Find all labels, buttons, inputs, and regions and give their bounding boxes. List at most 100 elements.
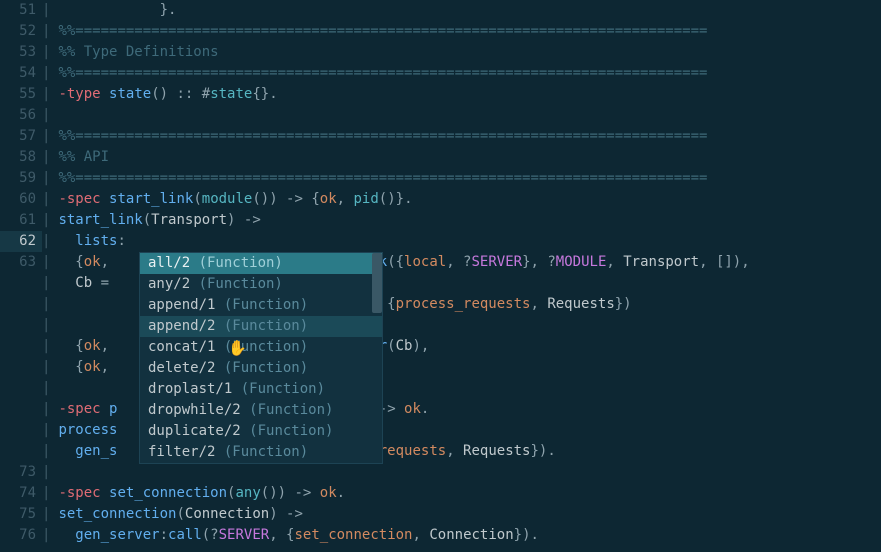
token: ()) -> { [252, 191, 319, 207]
gutter-separator: | [42, 336, 58, 357]
token: , [101, 359, 118, 375]
code-line[interactable]: | {ok, [0, 357, 881, 378]
token: process_requests [396, 296, 531, 312]
gutter-separator: | [42, 105, 58, 126]
token: -spec [58, 485, 100, 501]
code-line[interactable]: | [0, 315, 881, 336]
autocomplete-item[interactable]: concat/1 (Function) [140, 337, 382, 358]
completion-kind: (Function) [224, 358, 308, 379]
code-content[interactable]: -type state() :: #state{}. [58, 84, 881, 105]
gutter-separator: | [42, 504, 58, 525]
token: pid [354, 191, 379, 207]
line-number: 53 [0, 42, 42, 63]
code-line[interactable]: 59|%%===================================… [0, 168, 881, 189]
line-number: 63 [0, 252, 42, 273]
code-line[interactable]: 61|start_link(Transport) -> [0, 210, 881, 231]
code-line[interactable]: 60|-spec start_link(module()) -> {ok, pi… [0, 189, 881, 210]
code-line[interactable]: 54|%%===================================… [0, 63, 881, 84]
code-line[interactable]: 75|set_connection(Connection) -> [0, 504, 881, 525]
token: Requests [547, 296, 614, 312]
code-line[interactable]: | [0, 378, 881, 399]
completion-name: append/1 [148, 295, 224, 316]
code-content[interactable]: start_link(Transport) -> [58, 210, 881, 231]
autocomplete-item[interactable]: all/2 (Function) [140, 253, 382, 274]
autocomplete-item[interactable]: append/2 (Function) [140, 316, 382, 337]
token: , { [269, 527, 294, 543]
code-line[interactable]: 53|%% Type Definitions [0, 42, 881, 63]
code-line[interactable]: | {process_requests, Requests}) [0, 294, 881, 315]
autocomplete-item[interactable]: duplicate/2 (Function) [140, 421, 382, 442]
completion-kind: (Function) [249, 400, 333, 421]
line-number: 60 [0, 189, 42, 210]
token: , [101, 254, 118, 270]
code-line[interactable]: | Cb = [0, 273, 881, 294]
token: }). [514, 527, 539, 543]
token: ok [84, 254, 101, 270]
token: ( [387, 338, 395, 354]
token: (? [202, 527, 219, 543]
code-content[interactable]: %%======================================… [58, 63, 881, 84]
completion-kind: (Function) [224, 442, 308, 463]
token: }) [615, 296, 632, 312]
code-content[interactable]: %%======================================… [58, 168, 881, 189]
code-content[interactable]: set_connection(Connection) -> [58, 504, 881, 525]
line-number: 51 [0, 0, 42, 21]
code-line[interactable]: | {ok, ener(Cb), [0, 336, 881, 357]
code-line[interactable]: |-spec p ) -> ok. [0, 399, 881, 420]
gutter-separator: | [42, 294, 58, 315]
code-content[interactable]: lists: [58, 231, 881, 252]
code-line[interactable]: 63| {ok, ink({local, ?SERVER}, ?MODULE, … [0, 252, 881, 273]
code-line[interactable]: 74|-spec set_connection(any()) -> ok. [0, 483, 881, 504]
code-line[interactable]: 52|%%===================================… [0, 21, 881, 42]
code-content[interactable]: %% API [58, 147, 881, 168]
code-line[interactable]: 76| gen_server:call(?SERVER, {set_connec… [0, 525, 881, 546]
code-content[interactable]: -spec start_link(module()) -> {ok, pid()… [58, 189, 881, 210]
token: }. [58, 2, 176, 18]
token: Connection [185, 506, 269, 522]
code-line[interactable]: 57|%%===================================… [0, 126, 881, 147]
autocomplete-item[interactable]: any/2 (Function) [140, 274, 382, 295]
code-line[interactable]: 58|%% API [0, 147, 881, 168]
code-content[interactable]: %%======================================… [58, 126, 881, 147]
code-content[interactable]: gen_server:call(?SERVER, {set_connection… [58, 525, 881, 546]
autocomplete-item[interactable]: delete/2 (Function) [140, 358, 382, 379]
gutter-separator: | [42, 63, 58, 84]
code-line[interactable]: 55|-type state() :: #state{}. [0, 84, 881, 105]
line-number: 58 [0, 147, 42, 168]
token: -spec [58, 401, 100, 417]
line-number: 54 [0, 63, 42, 84]
token: ), [412, 338, 429, 354]
line-number: 59 [0, 168, 42, 189]
code-content[interactable]: %% Type Definitions [58, 42, 881, 63]
autocomplete-item[interactable]: dropwhile/2 (Function) [140, 400, 382, 421]
token: ({ [387, 254, 404, 270]
code-line[interactable]: 51| }. [0, 0, 881, 21]
autocomplete-item[interactable]: append/1 (Function) [140, 295, 382, 316]
completion-kind: (Function) [249, 421, 333, 442]
token: ( [176, 506, 184, 522]
autocomplete-item[interactable]: droplast/1 (Function) [140, 379, 382, 400]
code-editor[interactable]: 51| }.52|%%=============================… [0, 0, 881, 546]
token: , [530, 296, 547, 312]
code-content[interactable]: }. [58, 0, 881, 21]
line-number: 76 [0, 525, 42, 546]
token: start_link [109, 191, 193, 207]
code-line[interactable]: | gen_s ess_requests, Requests}). [0, 441, 881, 462]
code-line[interactable]: 73| [0, 462, 881, 483]
code-line[interactable]: 62| lists: [0, 231, 881, 252]
code-line[interactable]: 56| [0, 105, 881, 126]
autocomplete-scrollbar[interactable] [372, 253, 382, 313]
completion-name: all/2 [148, 253, 199, 274]
token: Connection [429, 527, 513, 543]
gutter-separator: | [42, 126, 58, 147]
gutter-separator: | [42, 252, 58, 273]
token: , [446, 443, 463, 459]
code-content[interactable]: %%======================================… [58, 21, 881, 42]
autocomplete-popup[interactable]: all/2 (Function)any/2 (Function)append/1… [139, 252, 383, 464]
gutter-separator: | [42, 0, 58, 21]
code-content[interactable]: -spec set_connection(any()) -> ok. [58, 483, 881, 504]
token: %%======================================… [58, 23, 707, 39]
code-line[interactable]: |process [0, 420, 881, 441]
autocomplete-item[interactable]: filter/2 (Function) [140, 442, 382, 463]
token: -spec [58, 191, 100, 207]
